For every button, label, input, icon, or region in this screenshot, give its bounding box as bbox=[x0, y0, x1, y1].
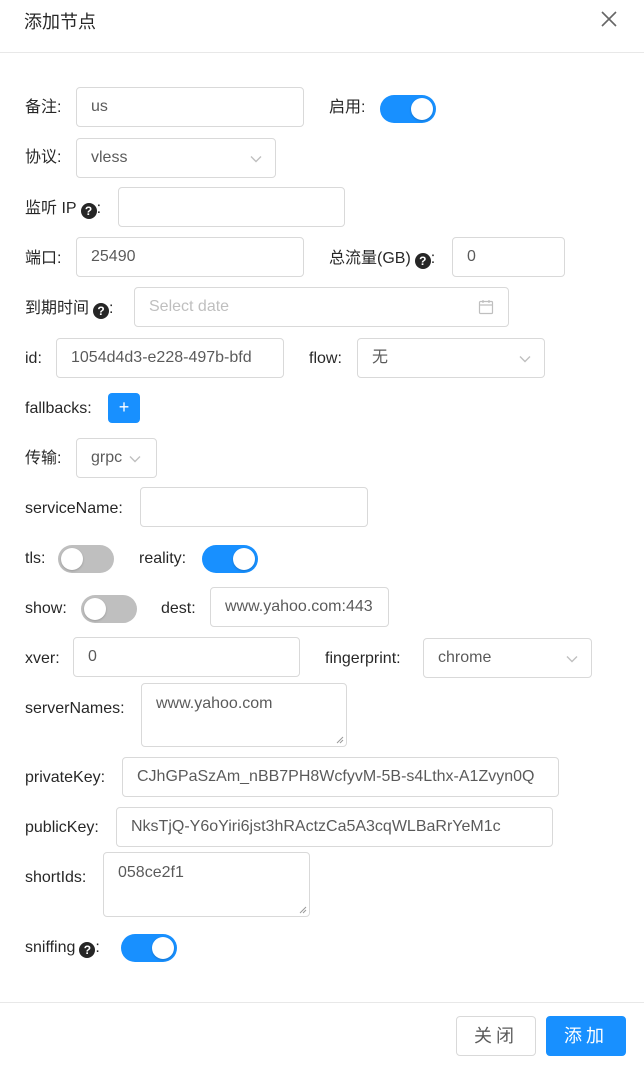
service-name-input[interactable] bbox=[140, 487, 368, 527]
sniffing-switch[interactable] bbox=[121, 934, 177, 962]
fallbacks-label: fallbacks: bbox=[25, 400, 92, 417]
remark-label: 备注: bbox=[25, 99, 62, 116]
private-key-label: privateKey: bbox=[25, 769, 106, 786]
help-icon[interactable]: ? bbox=[80, 203, 97, 219]
expiry-label: 到期时间?: bbox=[25, 298, 113, 320]
public-key-input[interactable]: NksTjQ-Y6oYiri6jst3hRActzCa5A3cqWLBaRrYe… bbox=[116, 807, 553, 847]
id-input[interactable]: 1054d4d3-e228-497b-bfd bbox=[56, 338, 284, 378]
protocol-value: vless bbox=[91, 149, 128, 166]
expiry-colon: : bbox=[109, 300, 114, 317]
server-names-value: www.yahoo.com bbox=[156, 695, 273, 712]
expiry-date-picker[interactable]: Select date bbox=[134, 287, 509, 327]
calendar-icon bbox=[478, 300, 494, 315]
add-button[interactable]: 添加 bbox=[546, 1016, 626, 1056]
switch-knob bbox=[152, 937, 174, 959]
dialog-header: 添加节点 bbox=[0, 0, 644, 53]
service-name-label: serviceName: bbox=[25, 500, 123, 517]
xver-input[interactable]: 0 bbox=[73, 637, 300, 677]
protocol-select[interactable]: vless bbox=[76, 138, 276, 178]
listen-ip-label-text: 监听 IP bbox=[25, 200, 77, 217]
sniffing-label-text: sniffing bbox=[25, 939, 76, 956]
flow-label: flow: bbox=[309, 350, 342, 367]
close-button[interactable]: 关闭 bbox=[456, 1016, 536, 1056]
public-key-label: publicKey: bbox=[25, 819, 99, 836]
protocol-label: 协议: bbox=[25, 149, 62, 166]
add-fallback-button[interactable]: + bbox=[108, 393, 140, 423]
transport-label: 传输: bbox=[25, 450, 62, 467]
port-label: 端口: bbox=[25, 250, 62, 267]
enable-switch[interactable] bbox=[380, 95, 436, 123]
transport-value: grpc bbox=[91, 449, 123, 466]
dest-label: dest: bbox=[161, 600, 196, 617]
short-ids-textarea[interactable]: 058ce2f1 bbox=[103, 852, 310, 917]
expiry-placeholder: Select date bbox=[149, 298, 230, 315]
reality-label: reality: bbox=[139, 550, 187, 567]
listen-ip-colon: : bbox=[96, 200, 102, 217]
switch-knob bbox=[233, 548, 255, 570]
server-names-textarea[interactable]: www.yahoo.com bbox=[141, 683, 347, 747]
chevron-down-icon bbox=[250, 156, 262, 163]
fingerprint-select[interactable]: chrome bbox=[423, 638, 592, 678]
switch-knob bbox=[411, 98, 433, 120]
tls-switch[interactable] bbox=[58, 545, 114, 573]
tls-label: tls: bbox=[25, 550, 46, 567]
show-switch[interactable] bbox=[81, 595, 137, 623]
dialog-footer: 关闭 添加 bbox=[0, 1002, 644, 1067]
reality-switch[interactable] bbox=[202, 545, 258, 573]
transport-select[interactable]: grpc bbox=[76, 438, 157, 478]
dest-input[interactable]: www.yahoo.com:443 bbox=[210, 587, 389, 627]
sniffing-colon: : bbox=[95, 939, 100, 956]
flow-select[interactable]: 无 bbox=[357, 338, 545, 378]
short-ids-label: shortIds: bbox=[25, 869, 87, 886]
chevron-down-icon bbox=[129, 456, 141, 463]
short-ids-value: 058ce2f1 bbox=[118, 864, 184, 881]
chevron-down-icon bbox=[519, 356, 531, 363]
listen-ip-label: 监听 IP?: bbox=[25, 198, 101, 220]
total-traffic-label-text: 总流量(GB) bbox=[329, 250, 411, 267]
show-label: show: bbox=[25, 600, 67, 617]
total-traffic-colon: : bbox=[430, 250, 436, 267]
help-icon[interactable]: ? bbox=[414, 253, 431, 269]
xver-label: xver: bbox=[25, 650, 60, 667]
total-traffic-label: 总流量(GB)?: bbox=[329, 248, 435, 270]
switch-knob bbox=[84, 598, 106, 620]
flow-value: 无 bbox=[372, 349, 389, 366]
enable-label: 启用: bbox=[329, 99, 366, 116]
server-names-label: serverNames: bbox=[25, 700, 125, 717]
help-icon[interactable]: ? bbox=[93, 303, 110, 319]
port-input[interactable]: 25490 bbox=[76, 237, 304, 277]
dialog-title: 添加节点 bbox=[24, 12, 96, 32]
listen-ip-input[interactable] bbox=[118, 187, 345, 227]
resize-handle-icon[interactable] bbox=[336, 736, 344, 744]
resize-handle-icon[interactable] bbox=[299, 906, 307, 914]
remark-input[interactable]: us bbox=[76, 87, 304, 127]
private-key-input[interactable]: CJhGPaSzAm_nBB7PH8WcfyvM-5B-s4Lthx-A1Zvy… bbox=[122, 757, 559, 797]
id-label: id: bbox=[25, 350, 42, 367]
close-icon[interactable] bbox=[598, 8, 620, 30]
fingerprint-value: chrome bbox=[438, 649, 492, 666]
expiry-label-text: 到期时间 bbox=[25, 300, 90, 317]
sniffing-label: sniffing?: bbox=[25, 937, 100, 959]
chevron-down-icon bbox=[566, 656, 578, 663]
total-traffic-input[interactable]: 0 bbox=[452, 237, 565, 277]
fingerprint-label: fingerprint: bbox=[325, 650, 401, 667]
switch-knob bbox=[61, 548, 83, 570]
help-icon[interactable]: ? bbox=[79, 942, 96, 958]
